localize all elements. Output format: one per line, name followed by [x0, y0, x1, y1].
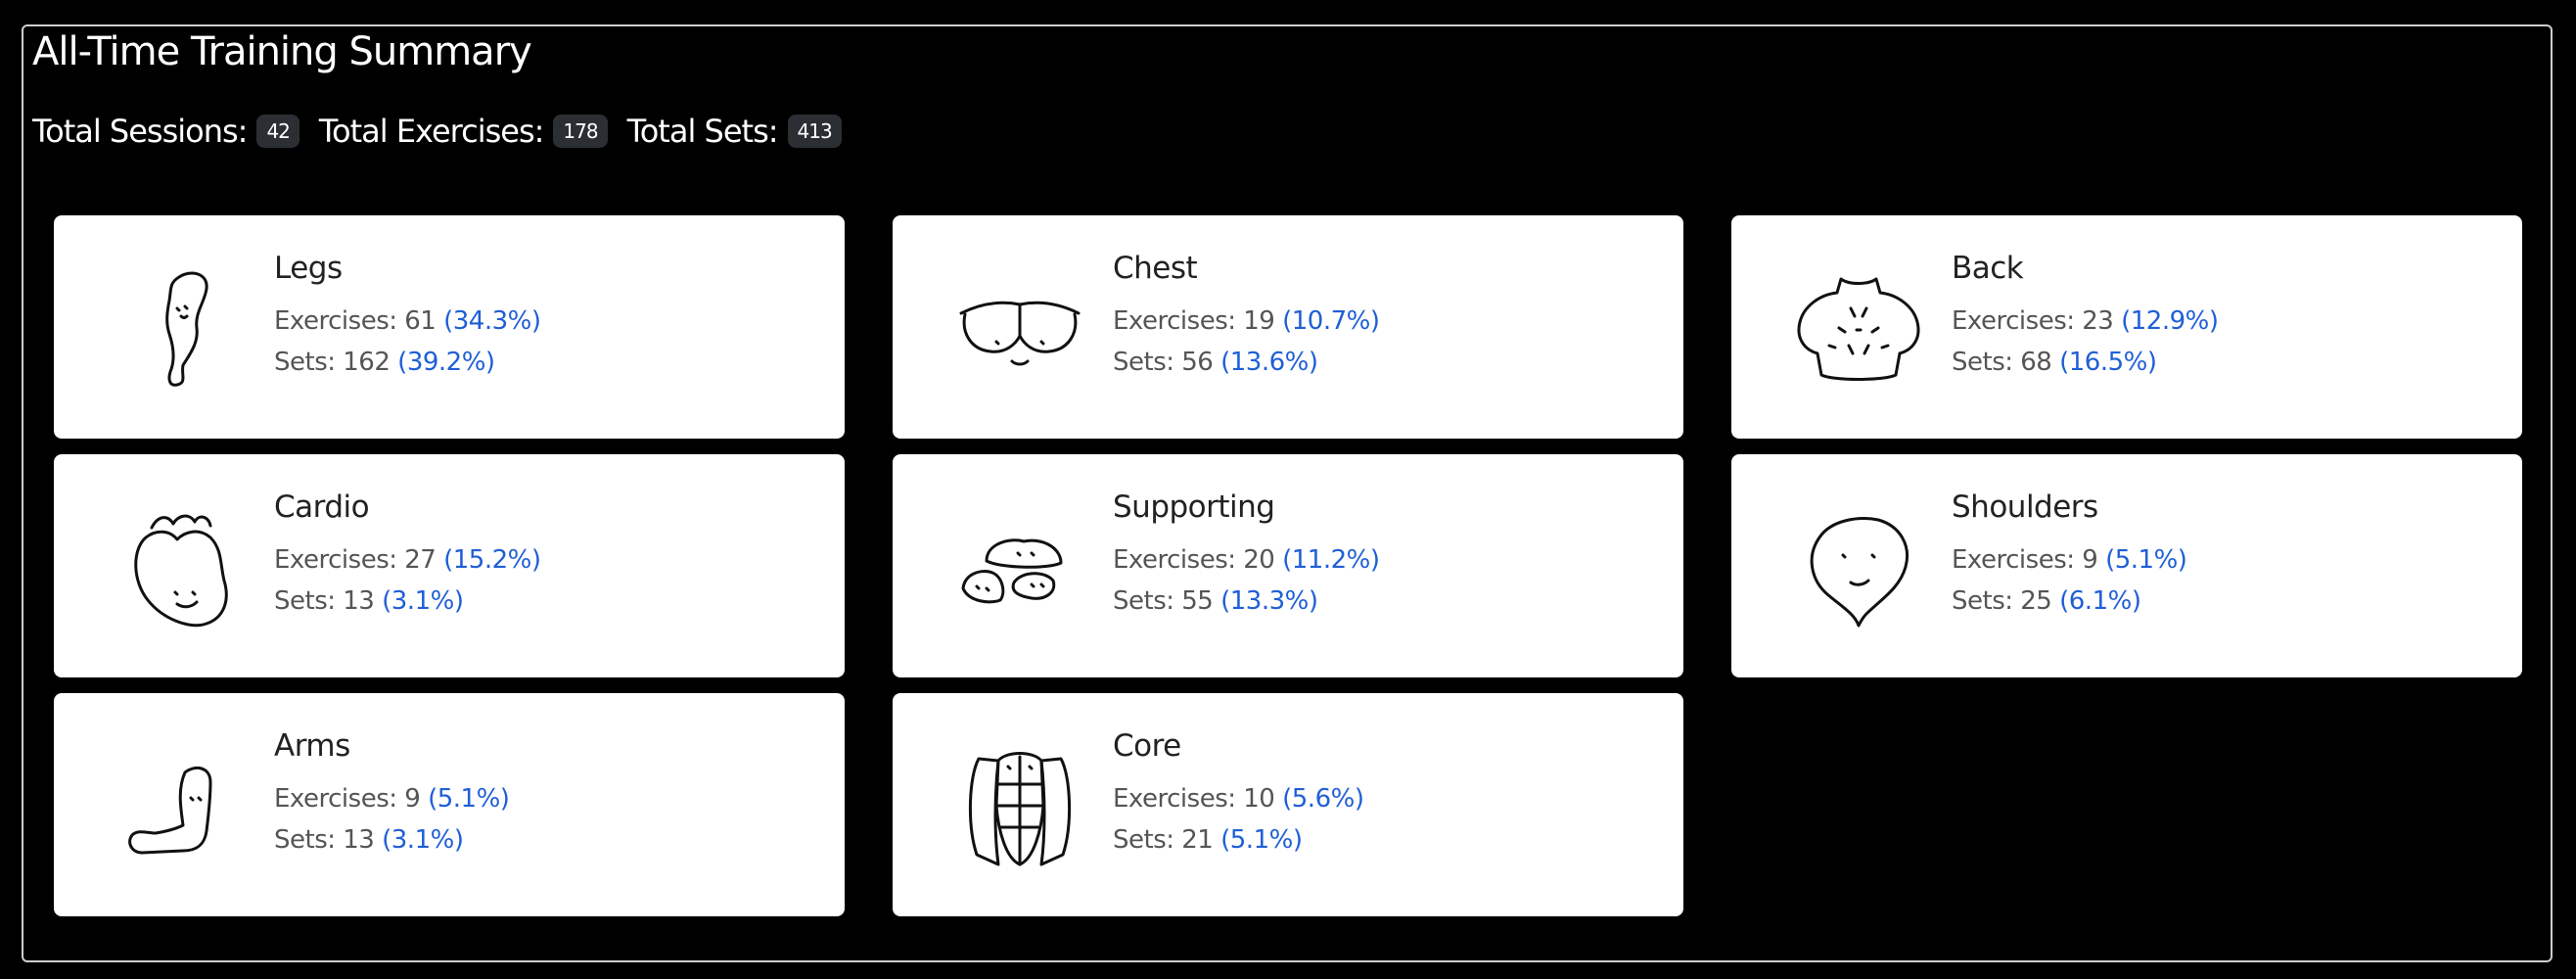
sets-stat: Sets: 55 (13.3%) [1113, 586, 1318, 616]
exercises-stat: Exercises: 9 (5.1%) [1952, 545, 2187, 575]
sets-stat: Sets: 25 (6.1%) [1952, 586, 2141, 616]
muscle-card-legs[interactable]: Legs Exercises: 61 (34.3%) Sets: 162 (39… [54, 215, 845, 439]
exercises-stat: Exercises: 27 (15.2%) [274, 545, 541, 575]
page-title: All-Time Training Summary [32, 29, 532, 74]
muscle-card-cardio[interactable]: Cardio Exercises: 27 (15.2%) Sets: 13 (3… [54, 454, 845, 677]
muscle-card-arms[interactable]: Arms Exercises: 9 (5.1%) Sets: 13 (3.1%) [54, 693, 845, 916]
total-exercises-label: Total Exercises: [318, 113, 545, 150]
muscle-name: Core [1113, 728, 1181, 764]
exercises-stat: Exercises: 23 (12.9%) [1952, 306, 2219, 336]
exercises-stat: Exercises: 61 (34.3%) [274, 306, 541, 336]
total-sets: Total Sets: 413 [627, 113, 842, 150]
muscle-name: Cardio [274, 490, 370, 525]
total-exercises-badge: 178 [553, 115, 608, 148]
chest-icon [951, 259, 1088, 396]
total-sets-label: Total Sets: [626, 113, 779, 150]
sets-stat: Sets: 162 (39.2%) [274, 348, 495, 377]
total-sessions: Total Sessions: 42 [32, 113, 299, 150]
totals-bar: Total Sessions: 42 Total Exercises: 178 … [32, 113, 848, 150]
total-exercises: Total Exercises: 178 [319, 113, 608, 150]
sets-stat: Sets: 21 (5.1%) [1113, 825, 1303, 855]
muscle-name: Supporting [1113, 490, 1275, 525]
muscle-name: Shoulders [1952, 490, 2098, 525]
back-icon [1790, 259, 1927, 396]
exercises-stat: Exercises: 10 (5.6%) [1113, 784, 1364, 814]
muscle-name: Back [1952, 251, 2024, 286]
total-sets-badge: 413 [787, 115, 842, 148]
muscle-name: Arms [274, 728, 350, 764]
muscle-card-back[interactable]: Back Exercises: 23 (12.9%) Sets: 68 (16.… [1731, 215, 2522, 439]
total-sessions-badge: 42 [256, 115, 299, 148]
heart-icon [113, 498, 250, 635]
muscle-name: Legs [274, 251, 343, 286]
leg-icon [113, 259, 250, 396]
muscle-card-shoulders[interactable]: Shoulders Exercises: 9 (5.1%) Sets: 25 (… [1731, 454, 2522, 677]
exercises-stat: Exercises: 20 (11.2%) [1113, 545, 1380, 575]
core-icon [951, 737, 1088, 874]
arm-icon [113, 737, 250, 874]
supporting-icon [951, 498, 1088, 635]
sets-stat: Sets: 68 (16.5%) [1952, 348, 2157, 377]
muscle-name: Chest [1113, 251, 1198, 286]
muscle-card-chest[interactable]: Chest Exercises: 19 (10.7%) Sets: 56 (13… [893, 215, 1683, 439]
muscle-card-supporting[interactable]: Supporting Exercises: 20 (11.2%) Sets: 5… [893, 454, 1683, 677]
total-sessions-label: Total Sessions: [32, 113, 248, 150]
exercises-stat: Exercises: 19 (10.7%) [1113, 306, 1380, 336]
sets-stat: Sets: 13 (3.1%) [274, 825, 464, 855]
sets-stat: Sets: 56 (13.6%) [1113, 348, 1318, 377]
exercises-stat: Exercises: 9 (5.1%) [274, 784, 510, 814]
shoulder-icon [1790, 498, 1927, 635]
muscle-card-core[interactable]: Core Exercises: 10 (5.6%) Sets: 21 (5.1%… [893, 693, 1683, 916]
sets-stat: Sets: 13 (3.1%) [274, 586, 464, 616]
